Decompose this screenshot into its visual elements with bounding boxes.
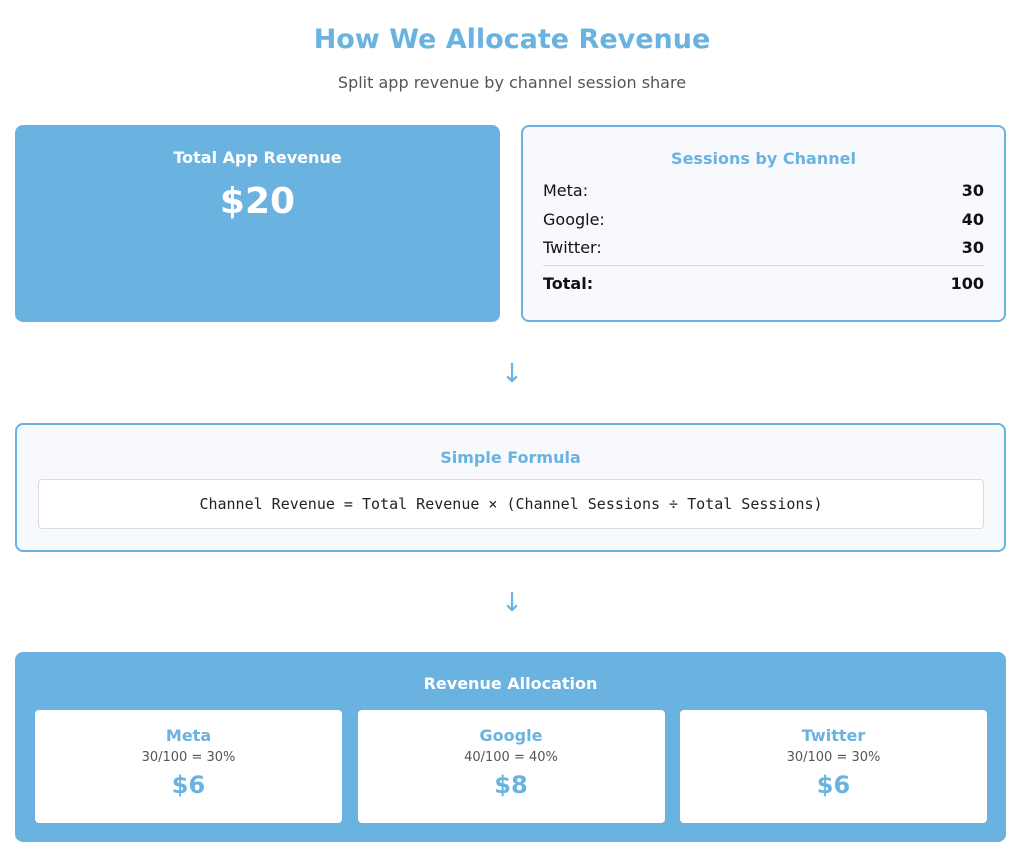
allocation-amount: $6: [816, 771, 851, 799]
sessions-total-row: Total: 100: [543, 264, 984, 299]
allocation-card: Revenue Allocation Meta 30/100 = 30% $6 …: [15, 652, 1006, 842]
sessions-card: Sessions by Channel Meta: 30 Google: 40 …: [521, 125, 1006, 322]
sessions-total-value: 100: [950, 273, 984, 293]
allocation-channel-name: Twitter: [801, 726, 866, 745]
allocation-calc: 30/100 = 30%: [141, 750, 236, 765]
allocation-calc: 30/100 = 30%: [786, 750, 881, 765]
session-row-google: Google: 40: [543, 206, 984, 235]
down-arrow-icon: ↓: [501, 359, 523, 389]
sessions-total-label: Total:: [543, 273, 594, 293]
allocation-item-meta: Meta 30/100 = 30% $6: [35, 710, 342, 823]
session-count: 30: [961, 181, 984, 200]
session-row-twitter: Twitter: 30: [543, 234, 984, 263]
session-row-meta: Meta: 30: [543, 177, 984, 206]
session-channel-label: Twitter:: [543, 238, 602, 257]
total-revenue-value: $20: [219, 181, 296, 222]
total-revenue-label: Total App Revenue: [173, 148, 342, 167]
allocation-amount: $8: [494, 771, 528, 799]
down-arrow-icon: ↓: [501, 588, 523, 618]
session-count: 30: [961, 238, 984, 257]
formula-text: Channel Revenue = Total Revenue × (Chann…: [38, 479, 984, 529]
session-count: 40: [961, 209, 984, 229]
allocation-items: Meta 30/100 = 30% $6 Google 40/100 = 40%…: [35, 710, 987, 823]
total-revenue-card: Total App Revenue $20: [15, 125, 500, 322]
allocation-item-google: Google 40/100 = 40% $8: [357, 710, 665, 823]
allocation-title: Revenue Allocation: [423, 674, 598, 693]
formula-title: Simple Formula: [440, 448, 581, 467]
sessions-title: Sessions by Channel: [671, 149, 856, 168]
allocation-channel-name: Meta: [165, 726, 212, 745]
page-title: How We Allocate Revenue: [313, 24, 711, 55]
session-channel-label: Meta:: [543, 181, 589, 200]
allocation-item-twitter: Twitter 30/100 = 30% $6: [680, 710, 987, 823]
session-channel-label: Google:: [543, 209, 605, 229]
page-subtitle: Split app revenue by channel session sha…: [337, 73, 687, 92]
sessions-list: Meta: 30 Google: 40 Twitter: 30: [543, 177, 984, 263]
allocation-channel-name: Google: [479, 726, 543, 745]
allocation-amount: $6: [171, 771, 206, 799]
allocation-calc: 40/100 = 40%: [464, 750, 558, 765]
formula-card: Simple Formula Channel Revenue = Total R…: [15, 423, 1006, 552]
